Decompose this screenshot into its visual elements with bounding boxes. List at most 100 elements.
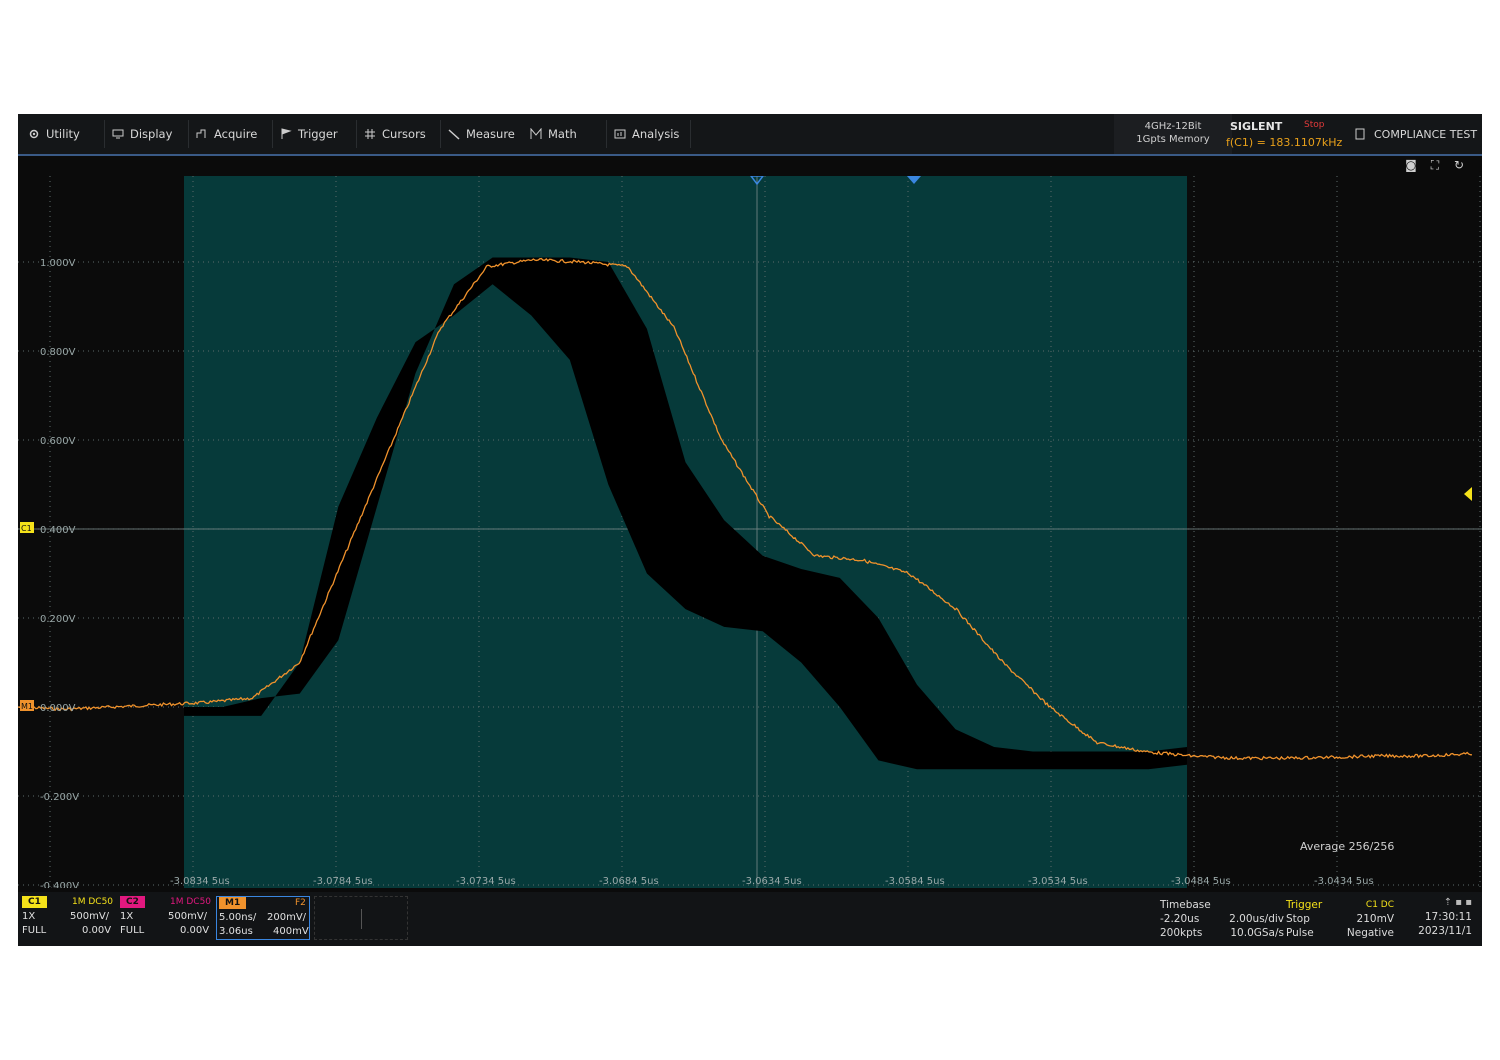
y-tick-label: 0.800V: [40, 347, 76, 358]
menu-measure[interactable]: Measure: [448, 114, 515, 154]
m1-hscale: 5.00ns/: [219, 912, 257, 923]
analysis-icon: [614, 129, 626, 139]
menu-divider: [690, 120, 691, 148]
trigger-type: Pulse: [1286, 927, 1314, 939]
y-tick-label: 0.200V: [40, 614, 76, 625]
add-channel-slot[interactable]: [314, 896, 408, 940]
acquire-icon: [196, 129, 206, 138]
brand-logo: SIGLENT: [1230, 120, 1283, 133]
status-panel[interactable]: SIGLENT Stop f(C1) = 183.1107kHz: [1224, 118, 1348, 152]
c2-bandwidth: FULL: [120, 925, 145, 936]
timebase-points: 200kpts: [1160, 927, 1203, 939]
menu-label: Display: [130, 127, 173, 141]
m1-function: F2: [295, 898, 306, 908]
screen-tools: ◙ ⛶ ↻: [1404, 158, 1466, 172]
timebase-delay: -2.20us: [1160, 913, 1200, 925]
menu-math[interactable]: Math: [530, 114, 577, 154]
camera-icon[interactable]: ◙: [1404, 158, 1418, 172]
trigger-level: 210mV: [1356, 913, 1394, 925]
y-axis-labels: 1.000V 0.800V 0.600V 0.400V 0.200V 0.000V -0.2…: [40, 258, 79, 888]
x-axis-labels: -3.0834 5us -3.0784 5us -3.0734 5us -3.0684…: [170, 876, 1374, 887]
m1-hpos: 3.06us: [219, 926, 253, 937]
timebase-scale: 2.00us/div: [1229, 913, 1284, 925]
menu-label: Acquire: [214, 127, 258, 141]
x-tick-label: -3.0784 5us: [313, 876, 373, 887]
menu-label: Cursors: [382, 127, 426, 141]
compliance-test-button[interactable]: COMPLIANCE TEST: [1354, 114, 1477, 154]
compliance-label: COMPLIANCE TEST: [1374, 127, 1478, 141]
c1-bandwidth: FULL: [22, 925, 47, 936]
c2-probe: 1X: [120, 911, 134, 922]
m1-vpos: 400mV: [273, 926, 309, 937]
grid-icon: [365, 129, 375, 139]
x-tick-label: -3.0484 5us: [1171, 876, 1231, 887]
run-state: Stop: [1304, 120, 1325, 130]
trigger-level-marker[interactable]: [1464, 487, 1472, 501]
menu-label: Utility: [46, 127, 80, 141]
trigger-slope: Negative: [1346, 927, 1394, 939]
menu-divider: [188, 120, 189, 148]
menu-display[interactable]: Display: [112, 114, 172, 154]
y-tick-label: 0.000V: [40, 703, 76, 714]
x-tick-label: -3.0584 5us: [885, 876, 945, 887]
menu-trigger[interactable]: Trigger: [280, 114, 338, 154]
bandwidth-label: 4GHz-12Bit: [1144, 121, 1202, 132]
menu-label: Math: [548, 127, 577, 141]
menu-label: Trigger: [298, 127, 338, 141]
document-icon: [1355, 128, 1365, 140]
menu-divider: [440, 120, 441, 148]
menu-bar: Utility Display Acquire Trigger Cursors …: [18, 114, 1482, 156]
menu-utility[interactable]: Utility: [28, 114, 80, 154]
fullscreen-icon[interactable]: ⛶: [1428, 158, 1442, 172]
y-tick-label: 0.600V: [40, 436, 76, 447]
monitor-icon: [112, 129, 124, 139]
oscilloscope-screen: Utility Display Acquire Trigger Cursors …: [18, 114, 1482, 946]
status-bar: C1 1M DC50 1X 500mV/ FULL 0.00V C2 1M DC…: [18, 892, 1482, 946]
math-m1-box[interactable]: M1 F2 5.00ns/ 200mV/ 3.06us 400mV: [216, 896, 310, 940]
m1-vscale: 200mV/: [267, 912, 307, 923]
menu-analysis[interactable]: Analysis: [614, 114, 679, 154]
c2-scale: 500mV/: [168, 911, 208, 922]
clock-time: 17:30:11: [1424, 911, 1472, 923]
menu-label: Analysis: [632, 127, 680, 141]
trigger-panel[interactable]: Trigger C1 DC Stop 210mV Pulse Negative: [1286, 898, 1394, 940]
c2-offset: 0.00V: [180, 925, 210, 936]
rotate-icon[interactable]: ↻: [1452, 158, 1466, 172]
c1-probe: 1X: [22, 911, 36, 922]
x-tick-label: -3.0434 5us: [1314, 876, 1374, 887]
math-icon: [530, 128, 542, 139]
trigger-source: C1 DC: [1365, 900, 1394, 910]
clock-date: 2023/11/1: [1418, 925, 1472, 937]
c1-scale: 500mV/: [70, 911, 110, 922]
menu-divider: [356, 120, 357, 148]
x-tick-label: -3.0834 5us: [170, 876, 230, 887]
x-tick-label: -3.0734 5us: [456, 876, 516, 887]
timebase-panel[interactable]: Timebase -2.20us 2.00us/div 200kpts 10.0GS…: [1160, 898, 1284, 940]
average-label: Average 256/256: [1300, 840, 1394, 853]
flag-icon: [281, 128, 292, 139]
c1-coupling: 1M DC50: [72, 897, 114, 907]
trigger-title: Trigger: [1286, 899, 1323, 911]
plus-icon: [361, 909, 362, 929]
x-tick-label: -3.0534 5us: [1028, 876, 1088, 887]
c2-tag: C2: [120, 896, 145, 908]
m1-tag: M1: [219, 897, 247, 909]
y-tick-label: 1.000V: [40, 258, 76, 269]
m1-marker-label: M1: [21, 702, 33, 711]
menu-acquire[interactable]: Acquire: [196, 114, 257, 154]
channel-c2-box[interactable]: C2 1M DC50 1X 500mV/ FULL 0.00V: [118, 896, 214, 940]
c1-marker-label: C1: [21, 524, 32, 533]
trigger-state: Stop: [1286, 913, 1310, 925]
memory-label: 1Gpts Memory: [1136, 134, 1210, 145]
clock-panel: ⇡ ▪ ▪ 17:30:11 2023/11/1: [1400, 896, 1472, 938]
timebase-title: Timebase: [1160, 899, 1211, 911]
status-icons: ⇡ ▪ ▪: [1443, 897, 1472, 908]
y-tick-label: -0.200V: [40, 792, 79, 803]
channel-c1-box[interactable]: C1 1M DC50 1X 500mV/ FULL 0.00V: [20, 896, 116, 940]
waveform-plot[interactable]: 1.000V 0.800V 0.600V 0.400V 0.200V 0.000V -0.2…: [18, 176, 1482, 888]
c2-coupling: 1M DC50: [170, 897, 212, 907]
menu-cursors[interactable]: Cursors: [364, 114, 426, 154]
c1-offset: 0.00V: [82, 925, 112, 936]
menu-divider: [606, 120, 607, 148]
ruler-icon: [448, 129, 460, 140]
